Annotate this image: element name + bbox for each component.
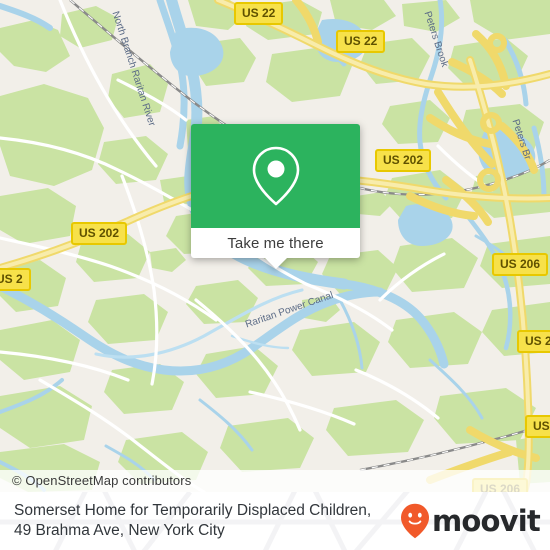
route-shield-us-206-c[interactable]: US 2 xyxy=(525,415,550,438)
route-shield-us-202-b[interactable]: US 202 xyxy=(71,222,128,245)
card-pin-area xyxy=(191,124,360,228)
route-shield-us-206-b[interactable]: US 20 xyxy=(517,330,550,353)
moovit-map-screen: North Branch Raritan River Peters Brook … xyxy=(0,0,550,550)
footer-bar: Somerset Home for Temporarily Displaced … xyxy=(0,492,550,550)
route-shield-us-2-edge[interactable]: US 2 xyxy=(0,268,31,291)
route-shield-us-22-a[interactable]: US 22 xyxy=(234,2,284,25)
location-callout-card[interactable]: Take me there xyxy=(191,124,360,269)
place-address: 49 Brahma Ave, New York City xyxy=(14,522,225,539)
place-name: Somerset Home for Temporarily Displaced … xyxy=(14,502,372,519)
map-pin-icon xyxy=(252,146,299,206)
route-shield-us-202-a[interactable]: US 202 xyxy=(375,149,432,172)
moovit-logo[interactable]: moovit xyxy=(400,503,541,539)
route-shield-us-206-a[interactable]: US 206 xyxy=(492,253,549,276)
moovit-wordmark: moovit xyxy=(432,504,541,538)
take-me-there-label: Take me there xyxy=(227,234,324,252)
place-info: Somerset Home for Temporarily Displaced … xyxy=(14,501,371,541)
card-pointer-tail xyxy=(264,258,287,269)
footer-content: Somerset Home for Temporarily Displaced … xyxy=(0,492,550,550)
route-shield-us-22-b[interactable]: US 22 xyxy=(336,30,386,53)
osm-attribution[interactable]: © OpenStreetMap contributors xyxy=(0,470,550,492)
moovit-smiley-pin-icon xyxy=(401,503,430,539)
take-me-there-button[interactable]: Take me there xyxy=(191,228,360,258)
